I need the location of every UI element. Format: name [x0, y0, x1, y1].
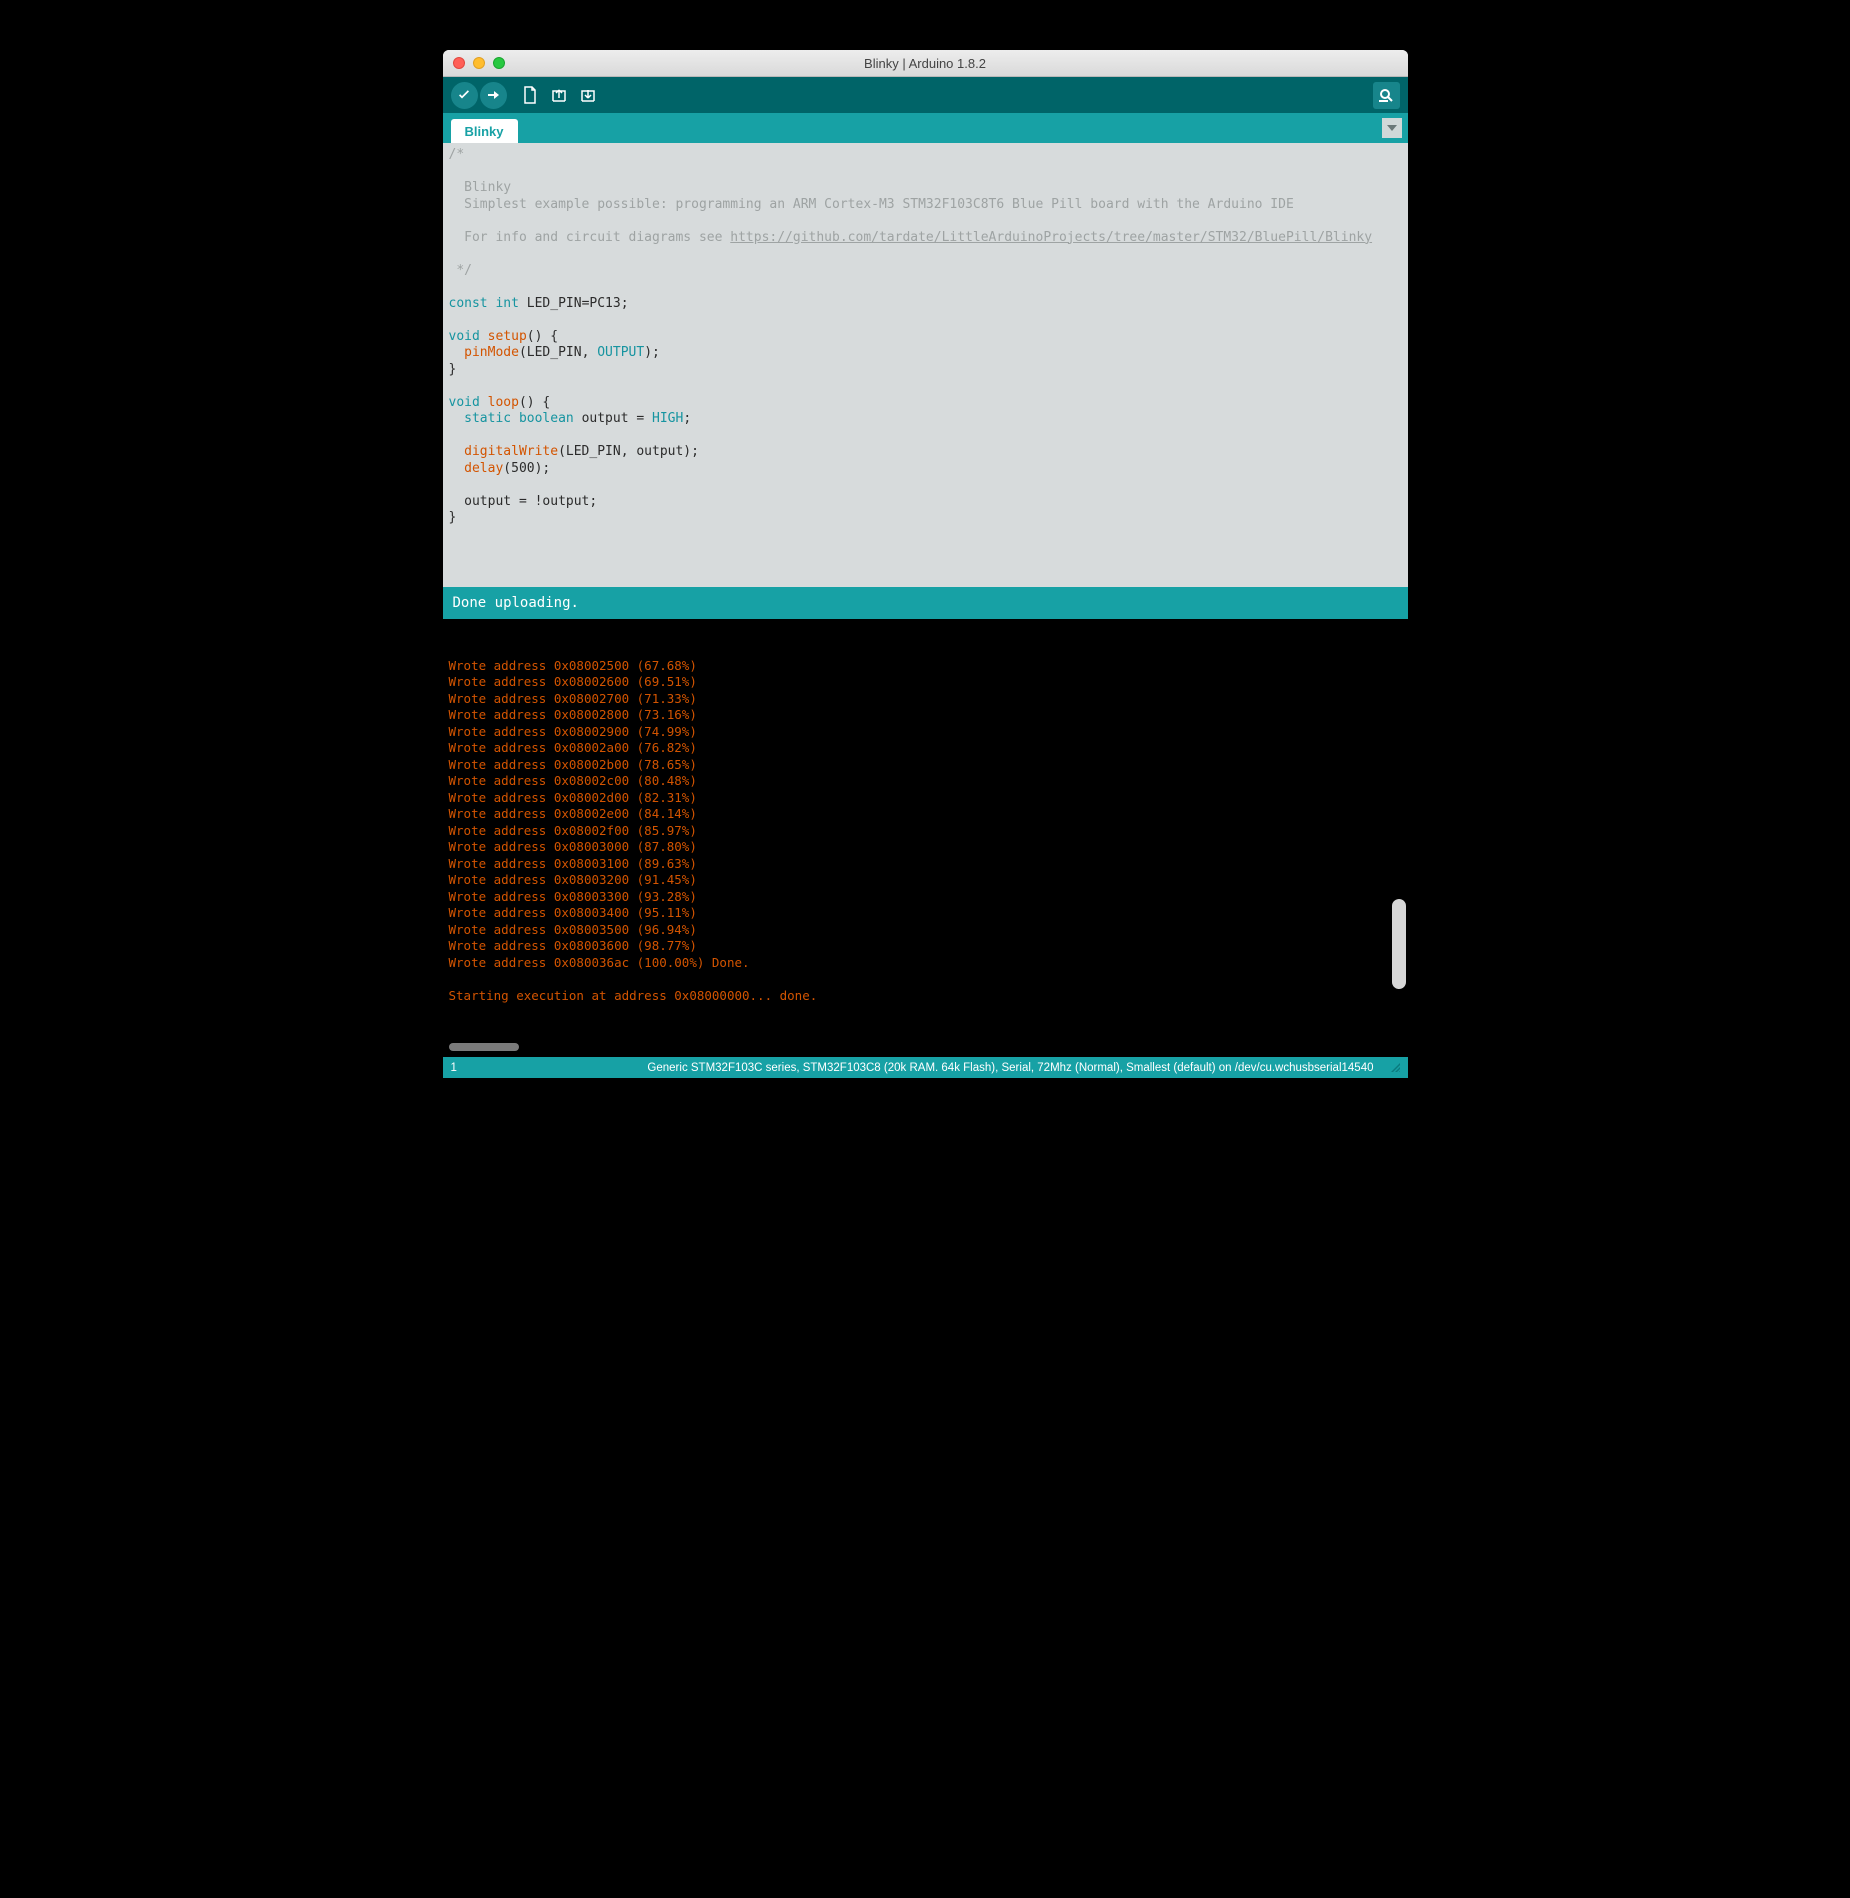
comment: For info and circuit diagrams see: [449, 230, 731, 245]
magnifier-icon: [1378, 87, 1394, 103]
kw: static: [464, 411, 511, 426]
serial-monitor-button[interactable]: [1373, 82, 1400, 109]
console-line: Wrote address 0x08003500 (96.94%): [449, 922, 1398, 939]
comment-link[interactable]: https://github.com/tardate/LittleArduino…: [730, 230, 1372, 245]
console-line: Wrote address 0x08003100 (89.63%): [449, 856, 1398, 873]
comment: Blinky: [449, 180, 512, 195]
console-line: Wrote address 0x08002d00 (82.31%): [449, 790, 1398, 807]
console-line: Wrote address 0x08002500 (67.68%): [449, 658, 1398, 675]
status-message: Done uploading.: [443, 587, 1408, 619]
code-text: output = !output;: [449, 494, 598, 509]
tab-blinky[interactable]: Blinky: [451, 119, 518, 143]
titlebar: Blinky | Arduino 1.8.2: [443, 50, 1408, 77]
const: OUTPUT: [597, 345, 644, 360]
minimize-window-button[interactable]: [473, 57, 485, 69]
kw: void: [449, 329, 480, 344]
upload-button[interactable]: [480, 82, 507, 109]
open-sketch-button[interactable]: [546, 82, 573, 109]
save-sketch-button[interactable]: [575, 82, 602, 109]
zoom-window-button[interactable]: [493, 57, 505, 69]
window-title: Blinky | Arduino 1.8.2: [443, 56, 1408, 71]
code-text: output =: [574, 411, 652, 426]
check-icon: [456, 87, 472, 103]
comment: /*: [449, 147, 465, 162]
vertical-scrollbar[interactable]: [1392, 899, 1406, 989]
code-text: (LED_PIN,: [519, 345, 597, 360]
output-console[interactable]: Wrote address 0x08002500 (67.68%)Wrote a…: [443, 619, 1408, 1044]
console-line: Starting execution at address 0x08000000…: [449, 988, 1398, 1005]
console-line: Wrote address 0x080036ac (100.00%) Done.: [449, 955, 1398, 972]
console-line: Wrote address 0x08002700 (71.33%): [449, 691, 1398, 708]
tab-bar: Blinky: [443, 113, 1408, 143]
console-line: Wrote address 0x08002a00 (76.82%): [449, 740, 1398, 757]
kw: boolean: [519, 411, 574, 426]
const: HIGH: [652, 411, 683, 426]
tab-menu-button[interactable]: [1382, 118, 1402, 138]
console-line: Wrote address 0x08002f00 (85.97%): [449, 823, 1398, 840]
fn: delay: [464, 461, 503, 476]
console-line: Wrote address 0x08003400 (95.11%): [449, 905, 1398, 922]
new-sketch-button[interactable]: [517, 82, 544, 109]
fn: digitalWrite: [464, 444, 558, 459]
code-text: }: [449, 510, 457, 525]
arrow-up-icon: [549, 85, 569, 105]
console-line: Wrote address 0x08002b00 (78.65%): [449, 757, 1398, 774]
console-line: Wrote address 0x08002600 (69.51%): [449, 674, 1398, 691]
comment: Simplest example possible: programming a…: [449, 197, 1294, 212]
code-text: LED_PIN=PC13;: [519, 296, 629, 311]
code-text: () {: [527, 329, 558, 344]
code-editor[interactable]: /* Blinky Simplest example possible: pro…: [443, 143, 1408, 587]
horizontal-scrollbar[interactable]: [449, 1043, 519, 1051]
code-text: ;: [683, 411, 691, 426]
fn: pinMode: [464, 345, 519, 360]
kw: void: [449, 395, 480, 410]
kw: const: [449, 296, 488, 311]
console-wrap: Wrote address 0x08002500 (67.68%)Wrote a…: [443, 619, 1408, 1058]
board-info: Generic STM32F103C series, STM32F103C8 (…: [501, 1062, 1378, 1074]
toolbar: [443, 77, 1408, 113]
console-line: Wrote address 0x08003600 (98.77%): [449, 938, 1398, 955]
code-text: );: [644, 345, 660, 360]
console-line: Wrote address 0x08002900 (74.99%): [449, 724, 1398, 741]
resize-grip-icon[interactable]: [1388, 1060, 1400, 1075]
code-text: (500);: [503, 461, 550, 476]
kw: int: [495, 296, 518, 311]
code-text: () {: [519, 395, 550, 410]
console-line: Wrote address 0x08002c00 (80.48%): [449, 773, 1398, 790]
comment: */: [449, 263, 472, 278]
code-text: (LED_PIN, output);: [558, 444, 699, 459]
arrow-down-icon: [578, 85, 598, 105]
arrow-right-icon: [485, 87, 501, 103]
line-number: 1: [451, 1062, 491, 1074]
window-controls: [453, 57, 505, 69]
file-icon: [520, 85, 540, 105]
console-line: Wrote address 0x08003000 (87.80%): [449, 839, 1398, 856]
fn: loop: [488, 395, 519, 410]
console-line: Wrote address 0x08002800 (73.16%): [449, 707, 1398, 724]
console-line: Wrote address 0x08003300 (93.28%): [449, 889, 1398, 906]
console-line: Wrote address 0x08003200 (91.45%): [449, 872, 1398, 889]
close-window-button[interactable]: [453, 57, 465, 69]
code-text: }: [449, 362, 457, 377]
arduino-window: Blinky | Arduino 1.8.2 Blinky /* Blinky …: [443, 50, 1408, 1078]
console-line: [449, 971, 1398, 988]
status-bar: 1 Generic STM32F103C series, STM32F103C8…: [443, 1057, 1408, 1078]
fn: setup: [488, 329, 527, 344]
console-line: Wrote address 0x08002e00 (84.14%): [449, 806, 1398, 823]
verify-button[interactable]: [451, 82, 478, 109]
hscroll-track: [443, 1043, 1408, 1057]
